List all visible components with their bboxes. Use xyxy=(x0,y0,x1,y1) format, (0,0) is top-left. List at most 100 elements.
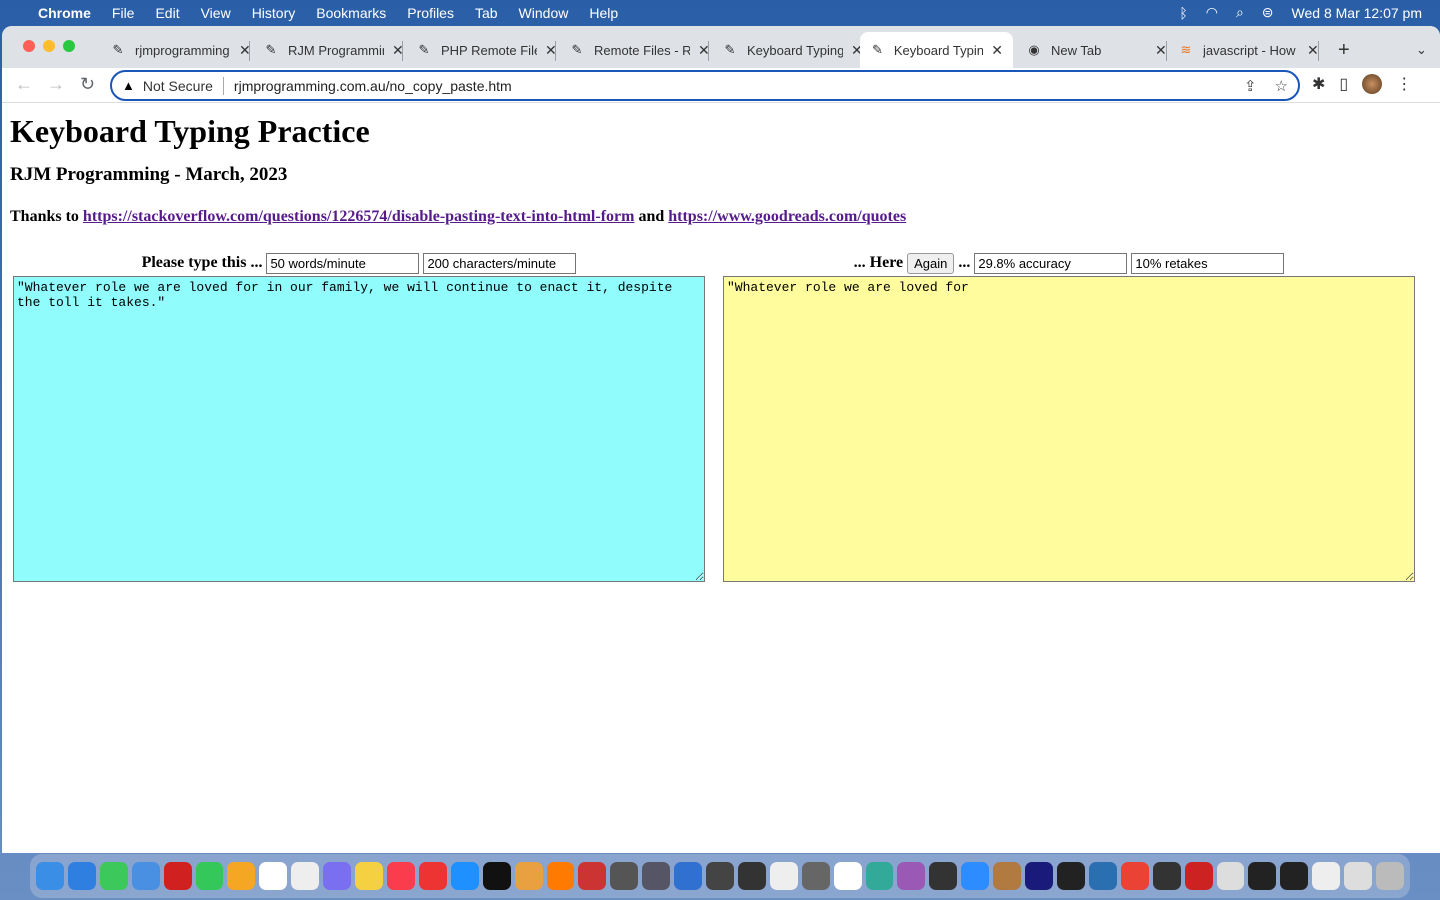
dock-app-icon[interactable] xyxy=(291,862,320,890)
bookmark-star-icon[interactable]: ☆ xyxy=(1275,77,1288,95)
dock-app-icon[interactable] xyxy=(1184,862,1213,890)
tab-search-chevron-icon[interactable]: ⌄ xyxy=(1406,32,1437,68)
menu-bookmarks[interactable]: Bookmarks xyxy=(316,5,386,21)
dock-app-icon[interactable] xyxy=(418,862,447,890)
dock-app-icon[interactable] xyxy=(546,862,575,890)
dock-app-icon[interactable] xyxy=(961,862,990,890)
dock-app-icon[interactable] xyxy=(897,862,926,890)
dock-app-icon[interactable] xyxy=(1344,862,1373,890)
menu-tab[interactable]: Tab xyxy=(475,5,498,21)
search-icon[interactable]: ⌕ xyxy=(1236,4,1244,21)
dock-app-icon[interactable] xyxy=(99,862,128,890)
tab[interactable]: ✎Remote Files - RJM✕ xyxy=(559,32,720,68)
dock-app-icon[interactable] xyxy=(737,862,766,890)
dock-app-icon[interactable] xyxy=(514,862,543,890)
share-icon[interactable]: ⇪ xyxy=(1244,77,1257,95)
close-tab-icon[interactable]: ✕ xyxy=(1307,42,1319,59)
dock xyxy=(30,854,1410,898)
dock-app-icon[interactable] xyxy=(163,862,192,890)
bluetooth-icon[interactable]: ᛒ xyxy=(1179,5,1187,21)
dock-app-icon[interactable] xyxy=(642,862,671,890)
dock-app-icon[interactable] xyxy=(1088,862,1117,890)
dock-app-icon[interactable] xyxy=(386,862,415,890)
wpm-field[interactable] xyxy=(266,252,420,274)
dock-app-icon[interactable] xyxy=(610,862,639,890)
dock-app-icon[interactable] xyxy=(578,862,607,890)
menu-file[interactable]: File xyxy=(112,5,135,21)
menu-window[interactable]: Window xyxy=(519,5,569,21)
dock-app-icon[interactable] xyxy=(67,862,96,890)
dock-app-icon[interactable] xyxy=(227,862,256,890)
back-icon[interactable]: ← xyxy=(15,74,33,95)
dock-app-icon[interactable] xyxy=(1216,862,1245,890)
again-button[interactable]: Again xyxy=(907,252,955,274)
tab[interactable]: ◉ New Tab ✕ xyxy=(1016,32,1177,68)
dock-app-icon[interactable] xyxy=(131,862,160,890)
stackoverflow-link[interactable]: https://stackoverflow.com/questions/1226… xyxy=(83,208,635,225)
dock-app-icon[interactable] xyxy=(1248,862,1277,890)
dock-app-icon[interactable] xyxy=(1025,862,1053,890)
tab[interactable]: ✎RJM Programming✕ xyxy=(253,32,414,68)
security-label[interactable]: Not Secure xyxy=(143,78,213,94)
new-tab-button[interactable]: + xyxy=(1328,32,1360,68)
dock-app-icon[interactable] xyxy=(833,862,862,890)
dock-app-icon[interactable] xyxy=(1376,862,1404,890)
menu-help[interactable]: Help xyxy=(589,5,618,21)
dock-app-icon[interactable] xyxy=(929,862,958,890)
retakes-field[interactable] xyxy=(1131,252,1285,274)
page-content: Keyboard Typing Practice RJM Programming… xyxy=(2,103,1440,590)
dock-app-icon[interactable] xyxy=(195,862,224,890)
extensions-icon[interactable]: ✱ xyxy=(1312,74,1325,94)
menu-profiles[interactable]: Profiles xyxy=(407,5,454,21)
clock[interactable]: Wed 8 Mar 12:07 pm xyxy=(1292,5,1422,21)
dock-app-icon[interactable] xyxy=(706,862,734,890)
dock-app-icon[interactable] xyxy=(259,862,288,890)
goodreads-link[interactable]: https://www.goodreads.com/quotes xyxy=(668,208,906,225)
address-bar[interactable]: ▲ Not Secure rjmprogramming.com.au/no_co… xyxy=(110,70,1300,101)
menu-view[interactable]: View xyxy=(201,5,231,21)
menu-history[interactable]: History xyxy=(252,5,296,21)
accuracy-field[interactable] xyxy=(974,252,1128,274)
tab[interactable]: ✎ Keyboard Typing ✕ xyxy=(712,32,873,68)
typing-area[interactable]: "Whatever role we are loved for xyxy=(723,276,1415,582)
dock-app-icon[interactable] xyxy=(355,862,383,890)
dock-app-icon[interactable] xyxy=(993,862,1022,890)
close-window-button[interactable] xyxy=(23,40,35,52)
dock-app-icon[interactable] xyxy=(1280,862,1309,890)
url-text[interactable]: rjmprogramming.com.au/no_copy_paste.htm xyxy=(234,78,512,94)
menu-app[interactable]: Chrome xyxy=(38,5,91,21)
dock-app-icon[interactable] xyxy=(1057,862,1085,890)
dock-app-icon[interactable] xyxy=(323,862,352,890)
stackoverflow-icon: ≋ xyxy=(1180,42,1192,57)
dock-app-icon[interactable] xyxy=(36,862,64,890)
dock-app-icon[interactable] xyxy=(769,862,798,890)
tab[interactable]: ✎ rjmprogramming ✕ xyxy=(100,32,261,68)
dock-app-icon[interactable] xyxy=(865,862,894,890)
dock-app-icon[interactable] xyxy=(1312,862,1341,890)
zoom-window-button[interactable] xyxy=(63,40,75,52)
minimize-window-button[interactable] xyxy=(43,40,55,52)
dock-app-icon[interactable] xyxy=(1120,862,1149,890)
forward-icon[interactable]: → xyxy=(47,74,65,95)
menu-edit[interactable]: Edit xyxy=(155,5,179,21)
wifi-icon[interactable]: ◠ xyxy=(1206,4,1218,21)
close-tab-icon[interactable]: ✕ xyxy=(1155,42,1167,59)
close-tab-icon[interactable]: ✕ xyxy=(991,42,1003,59)
warning-icon[interactable]: ▲ xyxy=(122,78,135,93)
dock-app-icon[interactable] xyxy=(674,862,703,890)
avatar[interactable] xyxy=(1362,74,1383,94)
tab-active[interactable]: ✎ Keyboard Typing ✕ xyxy=(860,32,1013,68)
menu-kebab-icon[interactable]: ⋮ xyxy=(1396,74,1412,94)
source-text-area[interactable]: "Whatever role we are loved for in our f… xyxy=(13,276,705,582)
tab[interactable]: ✎PHP Remote Files✕ xyxy=(406,32,567,68)
side-panel-icon[interactable]: ▯ xyxy=(1339,74,1348,94)
favicon-icon: ✎ xyxy=(418,42,430,57)
dock-app-icon[interactable] xyxy=(482,862,511,890)
dock-app-icon[interactable] xyxy=(1152,862,1181,890)
dock-app-icon[interactable] xyxy=(801,862,830,890)
reload-icon[interactable]: ↻ xyxy=(80,74,95,95)
cpm-field[interactable] xyxy=(423,252,577,274)
tab[interactable]: ≋ javascript - How ✕ xyxy=(1168,32,1329,68)
control-center-icon[interactable]: ⊜ xyxy=(1262,4,1274,21)
dock-app-icon[interactable] xyxy=(450,862,479,890)
